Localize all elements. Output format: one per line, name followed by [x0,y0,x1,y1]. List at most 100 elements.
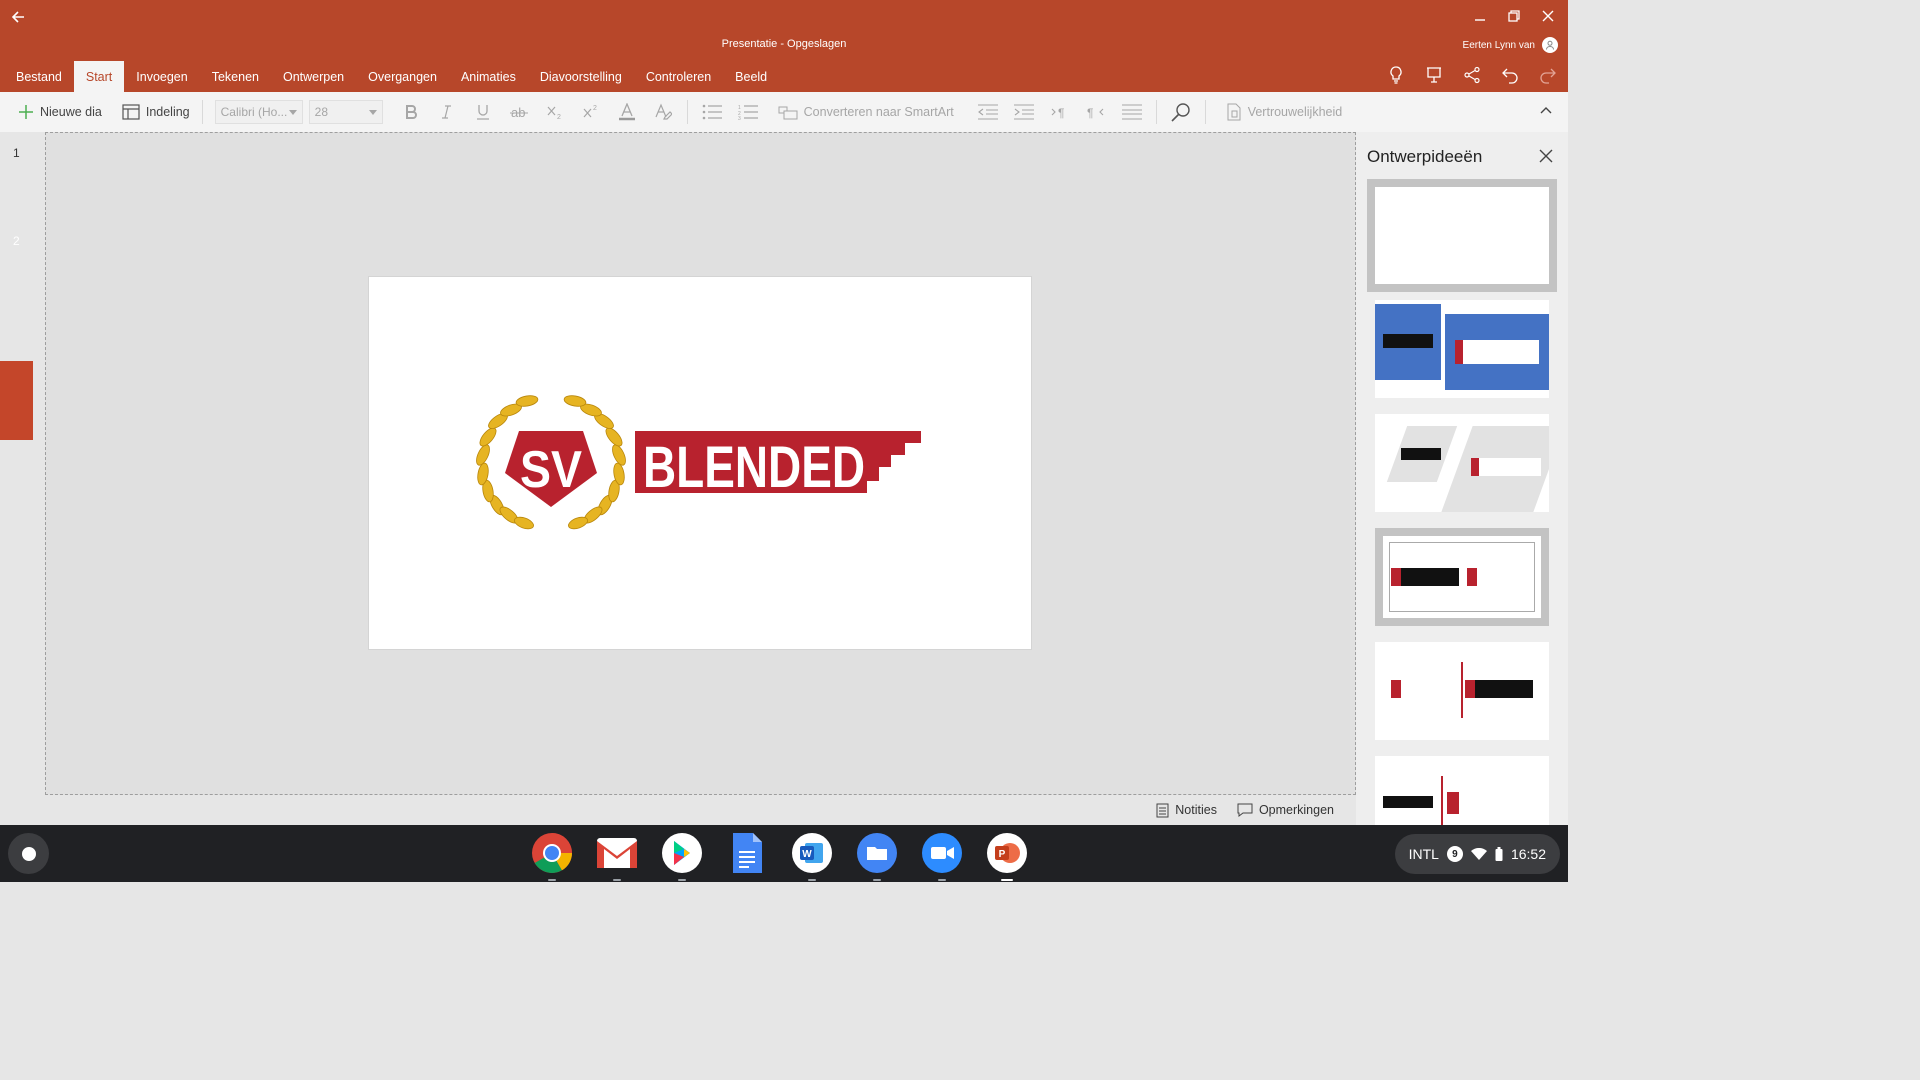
bold-button[interactable] [393,97,429,127]
dropdown-icon [288,109,297,115]
bold-icon [405,105,417,119]
chromeos-shelf: W P INTL 9 16:52 [0,825,1568,882]
share-button[interactable] [1460,63,1484,87]
gmail-icon [597,838,637,868]
comments-label: Opmerkingen [1258,803,1334,817]
comments-button[interactable]: Opmerkingen [1237,803,1334,817]
tab-controleren[interactable]: Controleren [634,61,723,92]
clear-formatting-button[interactable] [645,97,681,127]
design-idea-6[interactable] [1375,756,1549,825]
divider [1155,100,1157,124]
new-slide-button[interactable]: Nieuwe dia [12,97,108,127]
sv-blended-logo[interactable]: SV BLENDED [369,277,1033,651]
font-color-button[interactable] [609,97,645,127]
design-idea-2[interactable] [1375,300,1549,398]
smartart-label: Converteren naar SmartArt [803,105,954,119]
current-slide[interactable]: SV BLENDED [368,276,1032,650]
svg-text:2: 2 [557,114,561,120]
strikethrough-button[interactable]: ab [501,97,537,127]
restore-button[interactable] [1502,6,1526,26]
subscript-button[interactable]: 2 [537,97,573,127]
redo-button[interactable] [1536,63,1560,87]
superscript-icon: 2 [583,105,597,118]
user-account[interactable]: Eerten Lynn van [1463,37,1558,53]
slide-number-2[interactable]: 2 [13,234,20,248]
notes-button[interactable]: Notities [1156,803,1217,818]
bullets-button[interactable] [694,97,730,127]
design-panel-title: Ontwerpideeën [1367,147,1483,166]
person-icon [1546,40,1554,50]
underline-icon [476,105,489,120]
idea-logo-thumb [1401,448,1441,460]
back-button[interactable] [6,5,30,29]
design-idea-1[interactable] [1367,179,1557,292]
tab-bestand[interactable]: Bestand [4,61,74,92]
sensitivity-label: Vertrouwelijkheid [1247,105,1343,119]
font-size-select[interactable]: 28 [308,100,383,124]
battery-icon [1495,847,1503,861]
ltr-button[interactable]: ¶ [1042,97,1078,127]
tab-diavoorstelling[interactable]: Diavoorstelling [528,61,634,92]
find-button[interactable] [1163,97,1199,127]
layout-label: Indeling [145,105,190,119]
superscript-button[interactable]: 2 [573,97,609,127]
user-name: Eerten Lynn van [1462,39,1535,51]
word-app[interactable]: W [790,831,834,881]
idea-logo-thumb [1391,680,1453,698]
new-slide-label: Nieuwe dia [40,105,102,119]
rtl-button[interactable]: ¶ [1078,97,1114,127]
underline-button[interactable] [465,97,501,127]
minimize-button[interactable] [1468,6,1492,26]
design-idea-4[interactable] [1375,528,1549,626]
slide-number-1[interactable]: 1 [13,146,20,160]
status-bar: Notities Opmerkingen [45,795,1356,825]
tab-invoegen[interactable]: Invoegen [124,61,199,92]
smartart-icon [778,106,798,120]
status-tray[interactable]: INTL 9 16:52 [1394,834,1560,874]
clear-format-icon [655,103,672,120]
shelf-apps: W P [530,831,1029,881]
files-app[interactable] [855,831,899,881]
increase-indent-button[interactable] [1006,97,1042,127]
chrome-app[interactable] [530,831,574,881]
sensitivity-button[interactable]: Vertrouwelijkheid [1220,97,1349,127]
convert-smartart-button[interactable]: Converteren naar SmartArt [772,97,960,127]
font-name-select[interactable]: Calibri (Ho... [214,100,303,124]
tab-overgangen[interactable]: Overgangen [356,61,449,92]
chevron-up-icon [1540,107,1552,114]
zoom-app[interactable] [920,831,964,881]
tab-beeld[interactable]: Beeld [723,61,779,92]
close-window-button[interactable] [1536,6,1560,26]
search-icon [1171,103,1190,122]
redo-icon [1540,68,1556,84]
present-button[interactable] [1422,63,1446,87]
svg-text:¶: ¶ [1087,106,1093,120]
italic-button[interactable] [429,97,465,127]
numbering-button[interactable]: 123 [730,97,766,127]
play-store-app[interactable] [660,831,704,881]
close-design-panel-button[interactable] [1536,146,1556,166]
decrease-indent-button[interactable] [970,97,1006,127]
docs-app[interactable] [725,831,769,875]
tell-me-button[interactable] [1384,63,1408,87]
undo-button[interactable] [1498,63,1522,87]
tab-ontwerpen[interactable]: Ontwerpen [271,61,356,92]
align-button[interactable] [1114,97,1150,127]
design-idea-5[interactable] [1375,642,1549,740]
active-indicator [1001,879,1013,881]
tab-animaties[interactable]: Animaties [449,61,528,92]
tab-start[interactable]: Start [73,61,125,92]
powerpoint-app[interactable]: P [985,831,1029,881]
design-idea-3[interactable] [1375,414,1549,512]
running-indicator [678,879,686,881]
launcher-button[interactable] [8,833,49,874]
powerpoint-icon: P [987,833,1027,873]
tab-tekenen[interactable]: Tekenen [200,61,271,92]
indent-icon [1013,104,1034,120]
restore-icon [1508,10,1520,22]
collapse-ribbon-button[interactable] [1536,100,1556,120]
slide-thumbnail-2[interactable] [0,361,33,440]
gmail-app[interactable] [595,831,639,881]
launcher-icon [21,846,36,861]
layout-button[interactable]: Indeling [116,97,196,127]
